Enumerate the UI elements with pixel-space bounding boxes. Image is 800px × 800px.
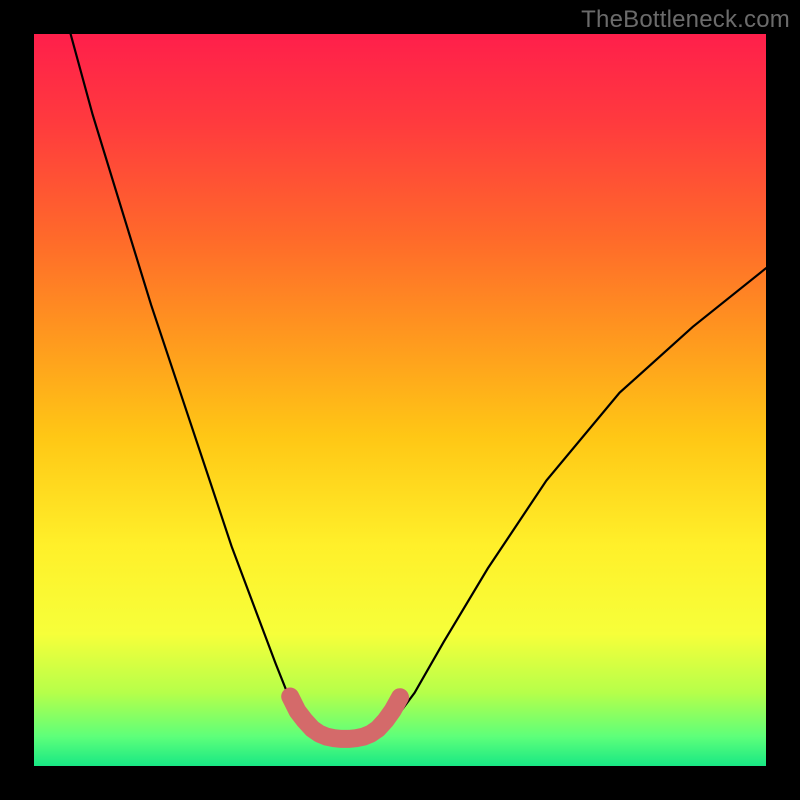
chart-frame: TheBottleneck.com — [0, 0, 800, 800]
curve-right — [378, 268, 766, 735]
chart-svg — [34, 34, 766, 766]
plot-area — [34, 34, 766, 766]
curve-left — [71, 34, 316, 735]
valley-highlight — [290, 697, 400, 739]
watermark-text: TheBottleneck.com — [581, 6, 790, 34]
